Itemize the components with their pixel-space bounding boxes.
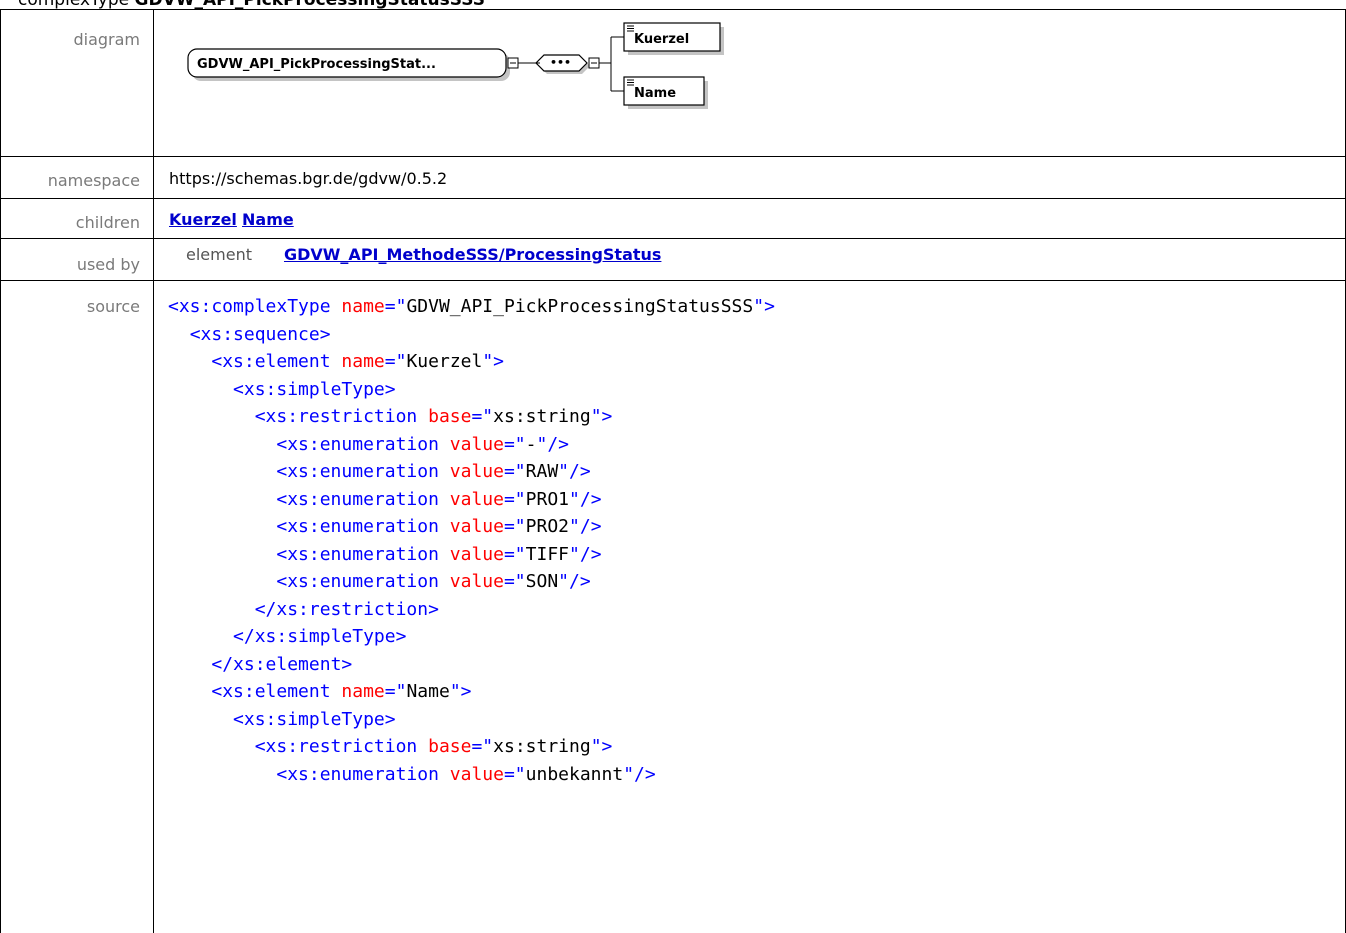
sequence-icon[interactable]: •••: [532, 55, 590, 74]
source-tag: <xs:enumeration: [276, 489, 439, 510]
sequence-collapse-icon[interactable]: [589, 58, 599, 68]
source-tag: <xs:enumeration: [276, 571, 439, 592]
source-attr-value: xs:string: [493, 736, 591, 757]
source-line: <xs:enumeration value="TIFF"/>: [168, 544, 602, 565]
diagram-cell: GDVW_API_PickProcessingStat... •••: [154, 10, 1346, 157]
source-attr-name: base: [428, 736, 471, 757]
used-by-link[interactable]: GDVW_API_MethodeSSS/ProcessingStatus: [284, 245, 661, 264]
schema-diagram: GDVW_API_PickProcessingStat... •••: [169, 20, 769, 140]
source-attr-name: value: [450, 571, 504, 592]
source-line: <xs:sequence>: [168, 324, 331, 345]
child-link-name[interactable]: Name: [242, 210, 294, 229]
source-tag: <xs:element: [211, 351, 330, 372]
source-attr-name: value: [450, 764, 504, 785]
schema-diagram-svg: GDVW_API_PickProcessingStat... •••: [169, 20, 769, 140]
source-tag: <xs:enumeration: [276, 461, 439, 482]
namespace-value: https://schemas.bgr.de/gdvw/0.5.2: [154, 157, 1346, 199]
source-line: <xs:restriction base="xs:string">: [168, 406, 612, 427]
source-attr-name: base: [428, 406, 471, 427]
source-attr-value: RAW: [526, 461, 559, 482]
source-tag: <xs:complexType: [168, 296, 331, 317]
children-value: Kuerzel Name: [154, 199, 1346, 239]
source-line: </xs:restriction>: [168, 599, 439, 620]
element-name-label: Name: [634, 86, 676, 101]
source-attr-value: TIFF: [526, 544, 569, 565]
source-attr-name: name: [341, 296, 384, 317]
label-diagram: diagram: [1, 10, 154, 157]
source-attr-value: SON: [526, 571, 559, 592]
source-attr-name: value: [450, 544, 504, 565]
source-attr-name: value: [450, 516, 504, 537]
properties-table: diagram GDVW_API_PickProcessingStat...: [0, 9, 1346, 933]
source-attr-value: PRO1: [526, 489, 569, 510]
source-attr-name: value: [450, 461, 504, 482]
source-attr-value: PRO2: [526, 516, 569, 537]
source-line: <xs:element name="Kuerzel">: [168, 351, 504, 372]
source-line: <xs:element name="Name">: [168, 681, 472, 702]
source-tag: </xs:element: [211, 654, 341, 675]
source-tag: <xs:enumeration: [276, 516, 439, 537]
source-tag: <xs:simpleType: [233, 709, 385, 730]
source-line: <xs:enumeration value="RAW"/>: [168, 461, 591, 482]
used-by-value: element GDVW_API_MethodeSSS/ProcessingSta…: [154, 239, 1346, 281]
source-attr-value: GDVW_API_PickProcessingStatusSSS: [406, 296, 753, 317]
source-line: </xs:simpleType>: [168, 626, 406, 647]
type-collapse-icon[interactable]: [508, 58, 518, 68]
source-tag: <xs:enumeration: [276, 764, 439, 785]
source-line: <xs:complexType name="GDVW_API_PickProce…: [168, 296, 775, 317]
type-box[interactable]: GDVW_API_PickProcessingStat...: [188, 49, 510, 81]
type-box-label: GDVW_API_PickProcessingStat...: [197, 57, 436, 72]
row-children: children Kuerzel Name: [1, 199, 1346, 239]
label-children: children: [1, 199, 154, 239]
source-attr-name: name: [341, 351, 384, 372]
row-source: source <xs:complexType name="GDVW_API_Pi…: [1, 281, 1346, 933]
source-code: <xs:complexType name="GDVW_API_PickProce…: [168, 293, 1345, 788]
row-diagram: diagram GDVW_API_PickProcessingStat...: [1, 10, 1346, 157]
row-namespace: namespace https://schemas.bgr.de/gdvw/0.…: [1, 157, 1346, 199]
used-by-kind: element: [186, 245, 252, 264]
source-attr-value: Name: [406, 681, 449, 702]
source-line: </xs:element>: [168, 654, 352, 675]
source-line: <xs:enumeration value="SON"/>: [168, 571, 591, 592]
source-tag: </xs:restriction: [255, 599, 428, 620]
source-line: <xs:enumeration value="PRO1"/>: [168, 489, 602, 510]
source-tag: <xs:sequence: [190, 324, 320, 345]
source-line: <xs:enumeration value="-"/>: [168, 434, 569, 455]
element-kuerzel-label: Kuerzel: [634, 32, 689, 47]
label-namespace: namespace: [1, 157, 154, 199]
source-attr-name: name: [341, 681, 384, 702]
source-line: <xs:restriction base="xs:string">: [168, 736, 612, 757]
element-name-box[interactable]: Name: [624, 77, 708, 109]
label-used-by: used by: [1, 239, 154, 281]
source-tag: <xs:element: [211, 681, 330, 702]
source-tag: <xs:enumeration: [276, 434, 439, 455]
source-tag: <xs:enumeration: [276, 544, 439, 565]
source-attr-value: xs:string: [493, 406, 591, 427]
source-tag: <xs:restriction: [255, 406, 418, 427]
row-used-by: used by element GDVW_API_MethodeSSS/Proce…: [1, 239, 1346, 281]
child-link-kuerzel[interactable]: Kuerzel: [169, 210, 237, 229]
source-line: <xs:enumeration value="unbekannt"/>: [168, 764, 656, 785]
label-source: source: [1, 281, 154, 933]
element-kuerzel-box[interactable]: Kuerzel: [624, 23, 724, 55]
source-line: <xs:enumeration value="PRO2"/>: [168, 516, 602, 537]
source-tag: </xs:simpleType: [233, 626, 396, 647]
source-attr-value: -: [526, 434, 537, 455]
source-line: <xs:simpleType>: [168, 709, 396, 730]
source-cell: <xs:complexType name="GDVW_API_PickProce…: [154, 281, 1346, 933]
source-tag: <xs:restriction: [255, 736, 418, 757]
source-tag: <xs:simpleType: [233, 379, 385, 400]
source-line: <xs:simpleType>: [168, 379, 396, 400]
source-attr-value: Kuerzel: [406, 351, 482, 372]
sequence-symbol: •••: [550, 56, 571, 69]
source-attr-name: value: [450, 489, 504, 510]
source-attr-name: value: [450, 434, 504, 455]
source-attr-value: unbekannt: [526, 764, 624, 785]
